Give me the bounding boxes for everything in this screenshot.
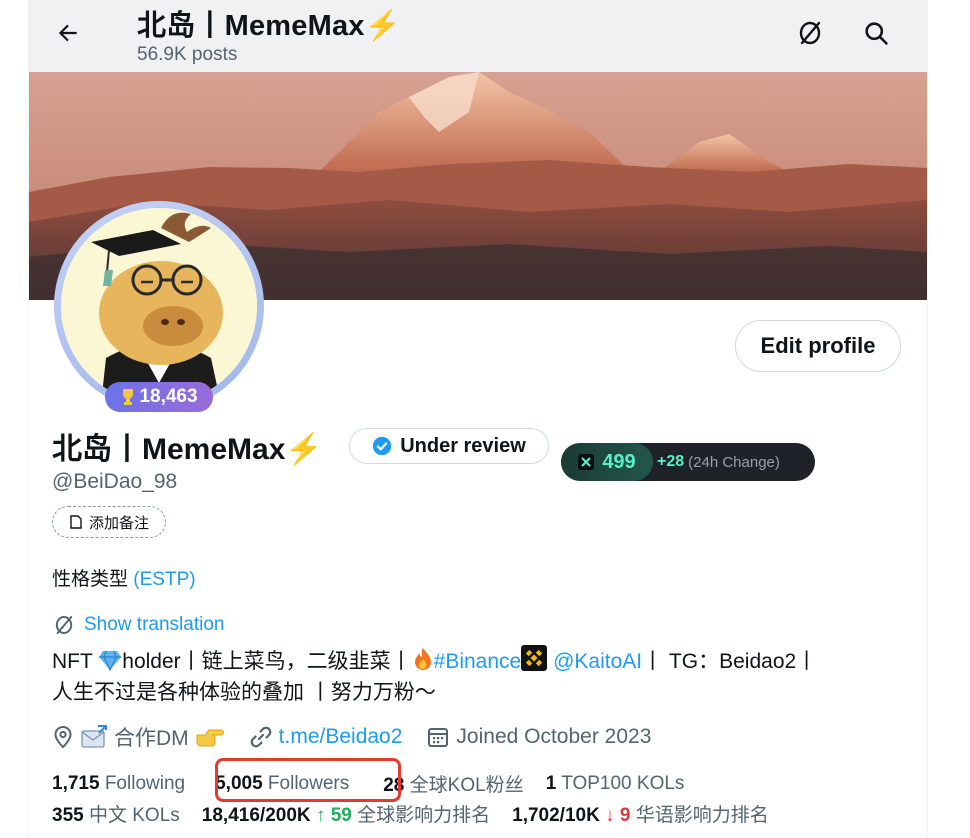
kol-score-change-group: +28 (24h Change) — [653, 443, 780, 481]
profile-page: 北岛丨MemeMax⚡️ 56.9K posts 18,463 Edit pro… — [28, 0, 928, 838]
personality-label: 性格类型 — [52, 569, 129, 590]
global-rank-value: 18,416/200K — [201, 805, 311, 826]
top100-kols-count: 1 — [545, 772, 557, 794]
global-kol-fans-count: 28 — [383, 775, 405, 796]
followers-stat[interactable]: 5,005 Followers — [215, 773, 349, 795]
envelope-icon — [81, 725, 107, 748]
edit-profile-button[interactable]: Edit profile — [735, 320, 901, 372]
search-icon — [865, 22, 888, 45]
show-translation-label: Show translation — [84, 614, 225, 635]
personality-value[interactable]: (ESTP) — [133, 569, 195, 590]
arrow-down-icon: ↓ — [605, 805, 615, 826]
translate-toggle-button[interactable] — [791, 14, 829, 52]
top-bar: 北岛丨MemeMax⚡️ 56.9K posts — [29, 0, 927, 72]
kol-score-box: 499 — [561, 443, 653, 481]
capybara-avatar-image — [61, 208, 257, 404]
chinese-kols-label: 中文 KOLs — [88, 805, 180, 826]
calendar-icon — [428, 728, 449, 747]
profile-handle: @BeiDao_98 — [52, 470, 178, 493]
global-kol-fans-stat[interactable]: 28 全球KOL粉丝 — [383, 770, 523, 797]
personality-type: 性格类型 (ESTP) — [52, 564, 196, 591]
kol-score-pill[interactable]: 499 +28 (24h Change) — [561, 443, 815, 481]
followers-count: 5,005 — [215, 772, 263, 794]
chinese-kols-stat[interactable]: 355 中文 KOLs — [52, 800, 180, 827]
arrow-up-icon: ↑ — [315, 805, 326, 826]
score-badge[interactable]: 18,463 — [105, 382, 213, 412]
global-rank-change-value: 59 — [330, 805, 352, 826]
following-label: Following — [104, 772, 186, 794]
under-review-badge[interactable]: Under review — [349, 428, 549, 464]
location-item: 合作DM — [52, 722, 225, 752]
stats-row-1: 1,715 Following 5,005 Followers 28 全球KOL… — [52, 770, 706, 797]
under-review-label: Under review — [400, 434, 526, 457]
binance-logo-icon — [521, 645, 548, 671]
profile-meta: 合作DM t.me/Beidao2 Joined October 2023 — [52, 722, 675, 752]
link-item[interactable]: t.me/Beidao2 — [249, 725, 403, 749]
chinese-rank-value: 1,702/10K — [512, 805, 600, 826]
location-pin-icon — [54, 725, 72, 749]
top100-kols-label: TOP100 KOLs — [561, 772, 685, 794]
search-button[interactable] — [857, 14, 895, 52]
note-icon — [70, 515, 82, 529]
trophy-icon — [123, 389, 134, 405]
profile-link[interactable]: t.me/Beidao2 — [279, 725, 403, 749]
chinese-rank-stat[interactable]: 1,702/10K ↓ 9 华语影响力排名 — [512, 800, 769, 827]
no-translate-icon — [799, 21, 821, 45]
bio-text-1: NFT — [52, 650, 99, 673]
x-logo-icon — [578, 454, 595, 470]
kol-score-change: +28 — [657, 453, 685, 470]
avatar[interactable] — [61, 208, 257, 404]
joined-item: Joined October 2023 — [426, 725, 651, 749]
kaito-mention[interactable]: @KaitoAI — [553, 650, 642, 673]
fire-icon — [414, 648, 431, 670]
add-note-label: 添加备注 — [88, 514, 149, 532]
add-note-button[interactable]: 添加备注 — [52, 506, 166, 538]
joined-text: Joined October 2023 — [456, 725, 652, 748]
chinese-kols-count: 355 — [52, 805, 84, 826]
post-count: 56.9K posts — [137, 44, 238, 65]
chinese-rank-change-value: 9 — [619, 805, 631, 826]
header-title: 北岛丨MemeMax⚡️ — [137, 10, 401, 42]
pointing-hand-icon — [196, 729, 224, 747]
stats-row-2: 355 中文 KOLs 18,416/200K ↑ 59 全球影响力排名 1,7… — [52, 800, 791, 827]
kol-score-value: 499 — [602, 450, 636, 473]
binance-hashtag[interactable]: #Binance — [434, 650, 522, 673]
location-text: 合作DM — [114, 727, 189, 750]
following-stat[interactable]: 1,715 Following — [52, 773, 185, 795]
following-count: 1,715 — [52, 772, 100, 794]
global-kol-fans-label: 全球KOL粉丝 — [409, 775, 524, 796]
bio-text-2: holder丨链上菜鸟，二级韭菜丨 — [122, 650, 412, 673]
score-badge-value: 18,463 — [139, 386, 198, 407]
bio-line-2: 人生不过是各种体验的叠加 丨努力万粉～ — [52, 681, 436, 704]
translate-icon — [55, 616, 73, 634]
followers-label: Followers — [267, 772, 350, 794]
kol-score-change-label: (24h Change) — [688, 453, 780, 471]
gem-icon — [99, 650, 122, 671]
arrow-left-icon — [58, 24, 77, 42]
profile-bio: NFT holder丨链上菜鸟，二级韭菜丨 #Binance @KaitoAI丨 … — [52, 645, 912, 708]
global-rank-change: ↑ 59 — [316, 805, 352, 826]
global-rank-label: 全球影响力排名 — [357, 805, 491, 826]
profile-name: 北岛丨MemeMax⚡️ — [52, 433, 323, 466]
link-icon — [250, 726, 271, 748]
bio-text-3: 丨 TG：Beidao2丨 — [642, 650, 818, 673]
verified-badge-icon — [373, 436, 392, 456]
show-translation-link[interactable]: Show translation — [52, 613, 224, 637]
chinese-rank-change: ↓ 9 — [605, 805, 630, 826]
chinese-rank-label: 华语影响力排名 — [635, 805, 769, 826]
global-rank-stat[interactable]: 18,416/200K ↑ 59 全球影响力排名 — [202, 800, 490, 827]
top100-kols-stat[interactable]: 1 TOP100 KOLs — [546, 773, 685, 795]
back-button[interactable] — [49, 14, 87, 52]
